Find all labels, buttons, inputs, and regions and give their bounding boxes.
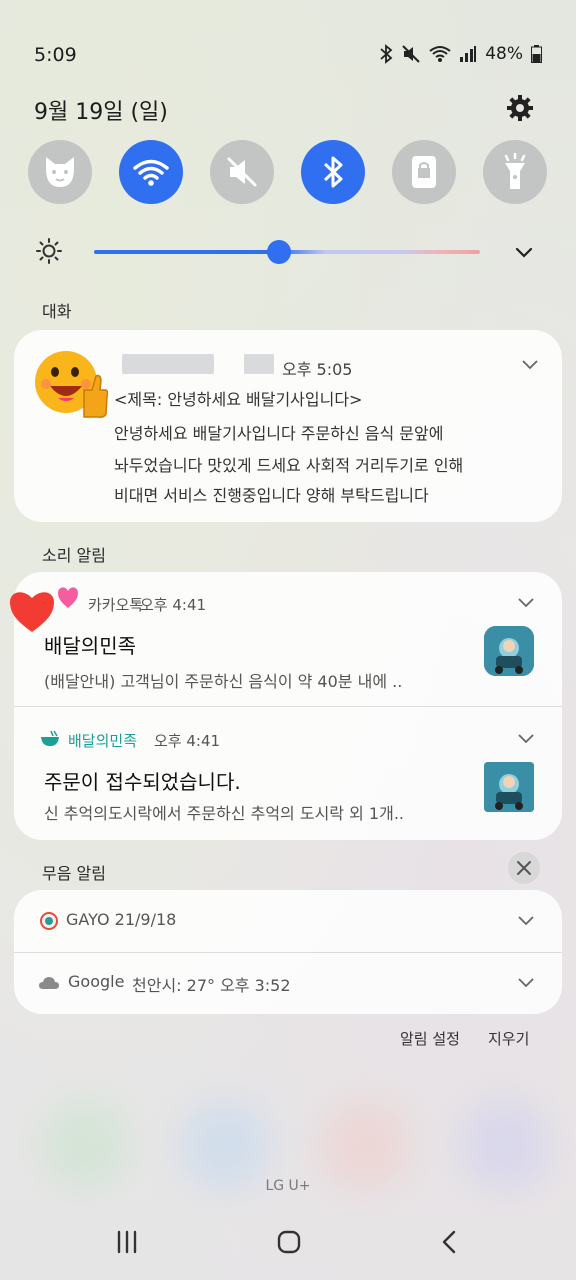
silent-notification-row[interactable]: Google 천안시: 27° 오후 3:52 <box>14 952 562 1014</box>
conversation-time: 오후 5:05 <box>282 360 353 379</box>
app-name: 카카오톡 <box>88 596 144 614</box>
silent-notification-text: Google <box>68 972 125 991</box>
brightness-slider-handle[interactable] <box>267 240 292 264</box>
bowl-icon <box>41 730 59 746</box>
chevron-down-icon[interactable] <box>518 734 534 744</box>
notification-title: 배달의민족 <box>44 634 136 658</box>
gayo-app-icon <box>40 912 58 930</box>
silent-notification-text: GAYO 21/9/18 <box>66 910 177 929</box>
silent-notification-text: 천안시: 27° 오후 3:52 <box>132 976 291 995</box>
mute-icon <box>402 45 420 63</box>
qs-sound-button[interactable] <box>210 140 274 204</box>
emoji-thumbs-up-avatar <box>35 351 108 418</box>
chevron-down-icon[interactable] <box>518 598 534 608</box>
recent-apps-icon[interactable] <box>112 1226 144 1258</box>
conversation-message-line: 비대면 서비스 진행중입니다 양해 부탁드립니다 <box>114 486 429 505</box>
back-icon[interactable] <box>434 1226 466 1258</box>
battery-icon <box>531 45 542 63</box>
battery-percent: 48% <box>485 44 523 64</box>
gear-icon[interactable] <box>506 94 534 122</box>
redacted-name <box>244 354 274 374</box>
signal-icon <box>460 46 477 62</box>
cat-icon <box>46 157 74 187</box>
cloud-icon <box>39 977 59 989</box>
app-name: 배달의민족 <box>68 732 138 750</box>
clear-silent-button[interactable] <box>508 852 540 884</box>
chevron-down-icon[interactable] <box>514 242 534 262</box>
conversation-message-line: 안녕하세요 배달기사입니다 주문하신 음식 문앞에 <box>114 424 444 443</box>
notification-title: 주문이 접수되었습니다. <box>44 770 241 794</box>
qs-bluetooth-button[interactable] <box>301 140 365 204</box>
chevron-down-icon[interactable] <box>518 978 534 988</box>
home-icon[interactable] <box>273 1226 305 1258</box>
notification-time: 오후 4:41 <box>140 596 207 614</box>
notification-time: 오후 4:41 <box>154 732 221 750</box>
silent-notification-row[interactable]: GAYO 21/9/18 <box>14 890 562 952</box>
notification-settings-link[interactable]: 알림 설정 <box>400 1028 460 1049</box>
status-icons: 48% <box>379 44 542 64</box>
section-sound-alerts-label: 소리 알림 <box>42 546 106 565</box>
section-conversation-label: 대화 <box>42 302 72 321</box>
hearts-icon <box>10 587 78 632</box>
bluetooth-icon <box>323 156 343 188</box>
chevron-down-icon[interactable] <box>518 916 534 926</box>
baemin-thumbnail <box>484 626 534 676</box>
qs-wifi-button[interactable] <box>119 140 183 204</box>
conversation-message-line: 놔두었습니다 맛있게 드세요 사회적 거리두기로 인해 <box>114 456 464 475</box>
redacted-name <box>122 354 214 374</box>
silent-alerts-card: GAYO 21/9/18 Google 천안시: 27° 오후 3:52 <box>14 890 562 1014</box>
status-time: 5:09 <box>34 44 77 66</box>
notification-body: (배달안내) 고객님이 주문하신 음식이 약 40분 내에 .. <box>44 672 403 691</box>
divider <box>14 706 562 707</box>
status-bar: 5:09 48% <box>0 0 576 66</box>
carrier-label: LG U+ <box>265 1178 311 1194</box>
notification-body: 신 추억의도시락에서 주문하신 추억의 도시락 외 1개.. <box>44 804 404 823</box>
qs-rotation-lock-button[interactable] <box>392 140 456 204</box>
wifi-icon <box>133 159 169 186</box>
bluetooth-icon <box>380 44 393 64</box>
close-icon <box>517 861 531 875</box>
baemin-thumbnail <box>484 762 534 812</box>
section-silent-alerts-label: 무음 알림 <box>42 864 106 883</box>
conversation-subject: <제목: 안녕하세요 배달기사입니다> <box>114 390 363 409</box>
quick-settings-row <box>0 140 576 206</box>
wifi-icon <box>429 46 451 62</box>
conversation-notification-card[interactable]: 오후 5:05 <제목: 안녕하세요 배달기사입니다> 안녕하세요 배달기사입니… <box>14 330 562 522</box>
chevron-down-icon[interactable] <box>522 360 538 370</box>
date-label: 9월 19일 (일) <box>34 100 168 125</box>
brightness-row <box>0 232 576 272</box>
brightness-icon <box>36 238 62 264</box>
qs-cat-button[interactable] <box>28 140 92 204</box>
flashlight-icon <box>504 153 526 189</box>
lock-rotate-icon <box>412 156 436 188</box>
qs-flashlight-button[interactable] <box>483 140 547 204</box>
mute-icon <box>227 157 257 187</box>
clear-all-link[interactable]: 지우기 <box>488 1028 529 1049</box>
sound-alerts-card: 카카오톡 오후 4:41 배달의민족 (배달안내) 고객님이 주문하신 음식이 … <box>10 572 562 840</box>
